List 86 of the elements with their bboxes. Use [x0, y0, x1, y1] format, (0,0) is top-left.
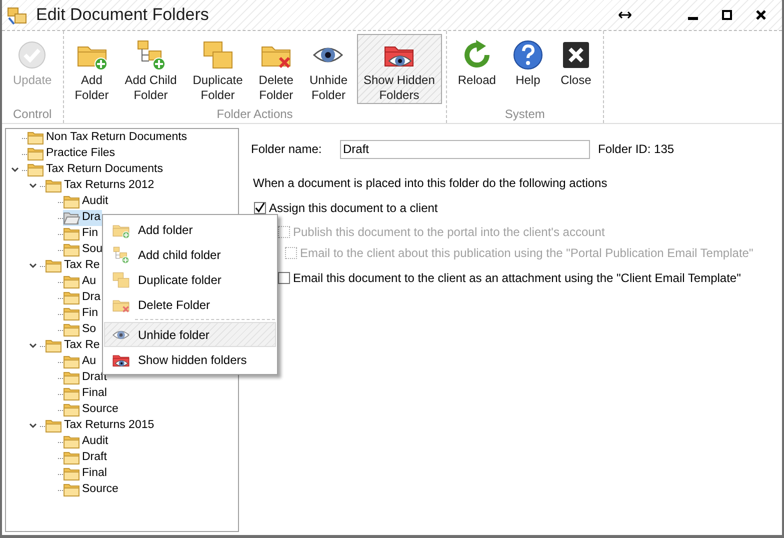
chevron-icon[interactable]: [29, 183, 37, 189]
resize-icon[interactable]: [618, 10, 632, 20]
field-label: Folder name:: [251, 141, 323, 158]
group-label: System: [504, 106, 545, 123]
tree-item[interactable]: Au: [63, 354, 98, 370]
chevron-icon[interactable]: [11, 167, 19, 173]
folder-icon: [63, 195, 80, 209]
instructions-text: When a document is placed into this folder do the following actions: [253, 175, 608, 192]
tree-item[interactable]: Tax Returns 2012: [45, 178, 156, 194]
folder-tree-plus-icon: [134, 39, 167, 71]
tree-item[interactable]: Source: [63, 482, 120, 498]
folder-icon: [63, 307, 80, 321]
folder-icon: [63, 435, 80, 449]
folder-icon: [63, 291, 80, 305]
folder-icon: [63, 467, 80, 481]
tree-item[interactable]: Au: [63, 274, 98, 290]
ribbon-button[interactable]: Unhide Folder: [302, 34, 354, 104]
checkbox-option[interactable]: Assign this document to a client: [254, 200, 782, 216]
folder-icon: [63, 387, 80, 401]
checkmark-icon: [255, 202, 265, 214]
ribbon-button[interactable]: Reload: [450, 34, 503, 104]
folders-icon: [112, 270, 130, 288]
tree-item[interactable]: Final: [63, 386, 108, 402]
menu-item[interactable]: Unhide folder: [104, 322, 276, 347]
tree-item[interactable]: Final: [63, 466, 108, 482]
folder-icon: [45, 179, 62, 193]
tree-item[interactable]: Draft: [63, 450, 108, 466]
tree-item[interactable]: Practice Files: [27, 146, 116, 162]
folder-icon: [63, 483, 80, 497]
ribbon-button[interactable]: Delete Folder: [252, 34, 300, 104]
close-icon[interactable]: [756, 10, 766, 20]
ribbon-button[interactable]: Add Folder: [68, 34, 116, 104]
ribbon-button[interactable]: Add Child Folder: [118, 34, 184, 104]
folder-icon: [63, 275, 80, 289]
chevron-icon[interactable]: [29, 423, 37, 429]
folder-icon: [63, 403, 80, 417]
menu-item[interactable]: Add folder: [104, 217, 276, 242]
ribbon-button[interactable]: Help: [504, 34, 551, 104]
tree-item[interactable]: Tax Re: [45, 338, 101, 354]
folder-icon: [63, 323, 80, 337]
folder-icon: [27, 147, 44, 161]
menu-item[interactable]: Duplicate folder: [104, 267, 276, 292]
ribbon-button[interactable]: Show Hidden Folders: [356, 34, 442, 104]
folders-icon: [202, 39, 234, 71]
folder-icon: [63, 243, 80, 257]
ribbon-button[interactable]: Duplicate Folder: [186, 34, 250, 104]
maximize-icon[interactable]: [722, 10, 732, 20]
folder-icon: [27, 163, 44, 177]
tree-item[interactable]: Source: [63, 402, 120, 418]
folder-id: Folder ID: 135: [598, 141, 674, 158]
checkbox-option[interactable]: Email this document to the client as an attachment using the "Client Email Template": [278, 270, 782, 286]
folder-icon: [45, 419, 62, 433]
folder-icon: [63, 451, 80, 465]
folder-icon: [45, 259, 62, 273]
checkbox[interactable]: [278, 272, 290, 284]
checkbox[interactable]: [254, 202, 266, 214]
tree-item[interactable]: Dra: [63, 290, 102, 306]
folder-icon: [27, 131, 44, 145]
menu-item[interactable]: Add child folder: [104, 242, 276, 267]
folder-icon: [63, 227, 80, 241]
tree-item[interactable]: Audit: [63, 194, 110, 210]
tree-item[interactable]: Dra: [63, 210, 102, 226]
tree-item[interactable]: Tax Return Documents: [27, 162, 164, 178]
chevron-icon[interactable]: [29, 263, 37, 269]
folder-icon: [63, 355, 80, 369]
chevron-icon[interactable]: [29, 343, 37, 349]
group-label: Folder Actions: [216, 106, 293, 123]
tree-item[interactable]: Tax Returns 2015: [45, 418, 156, 434]
menu-item[interactable]: Show hidden folders: [104, 347, 276, 372]
folder-icon: [63, 371, 80, 385]
help-icon: [512, 39, 544, 71]
group-label: Control: [13, 106, 52, 123]
folder-name-field[interactable]: Draft: [340, 140, 590, 158]
tree-item[interactable]: So: [63, 322, 98, 338]
folder-icon: [45, 339, 62, 353]
check-circle-icon: [16, 39, 48, 71]
folder-tree-plus-icon: [112, 246, 130, 264]
ribbon-button[interactable]: Close: [552, 34, 599, 104]
tree-item[interactable]: Sou: [63, 242, 104, 258]
tree-item[interactable]: Audit: [63, 434, 110, 450]
menu-item[interactable]: Delete Folder: [104, 292, 276, 317]
tree-item[interactable]: Tax Re: [45, 258, 101, 274]
tree-item[interactable]: Non Tax Return Documents: [27, 130, 188, 146]
tree-item[interactable]: Fin: [63, 306, 99, 322]
tree-item[interactable]: Fin: [63, 226, 99, 242]
window-title: Edit Document Folders: [36, 4, 209, 26]
